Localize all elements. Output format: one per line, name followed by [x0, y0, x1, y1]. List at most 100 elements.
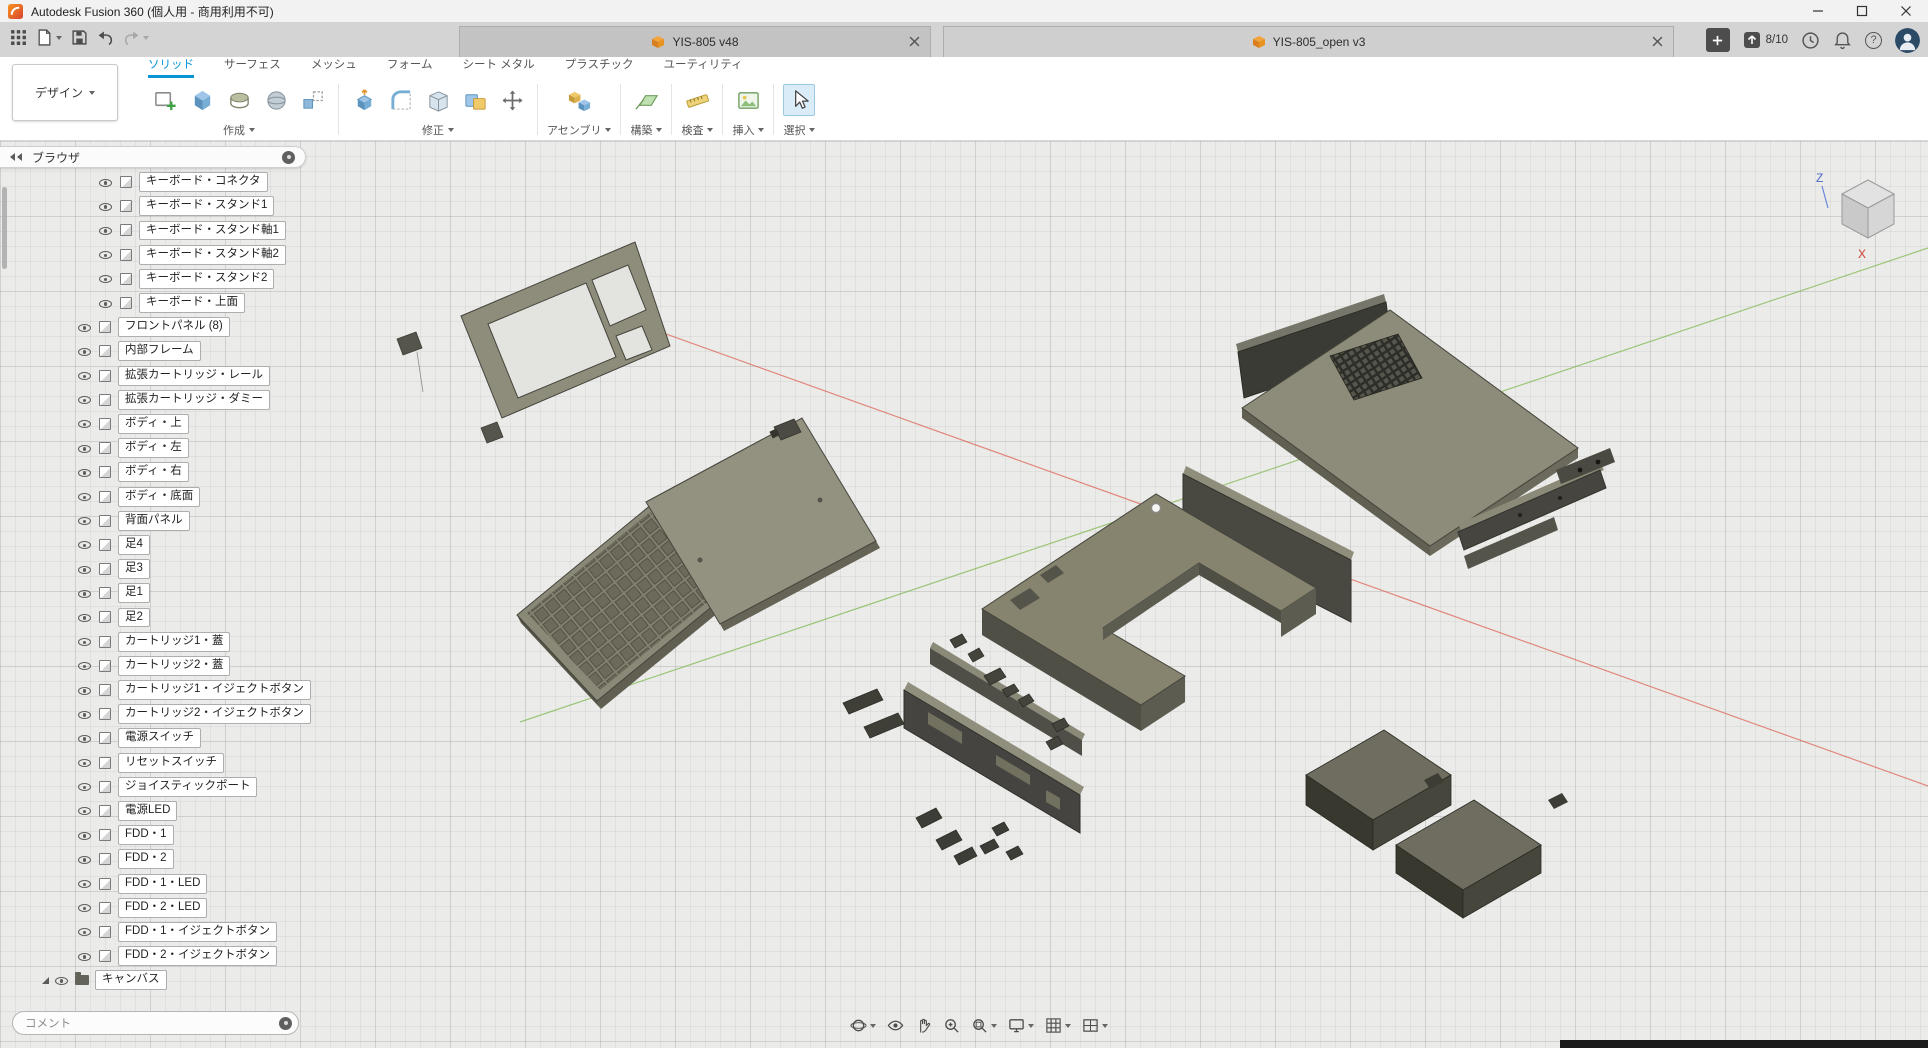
visibility-eye-icon[interactable]: [78, 804, 92, 817]
combine-icon[interactable]: [459, 84, 491, 116]
select-cursor-icon[interactable]: [783, 84, 815, 116]
insert-menu[interactable]: 挿入: [732, 122, 764, 138]
tab-plastic[interactable]: プラスチック: [565, 56, 634, 78]
file-menu-icon[interactable]: [36, 29, 62, 46]
browser-item[interactable]: ボディ・左: [0, 436, 340, 460]
browser-item[interactable]: ボディ・右: [0, 460, 340, 484]
inspect-menu[interactable]: 検査: [681, 122, 713, 138]
minimize-icon[interactable]: [1796, 0, 1840, 22]
redo-icon[interactable]: [123, 29, 149, 46]
visibility-eye-icon[interactable]: [78, 877, 92, 890]
visibility-eye-icon[interactable]: [78, 442, 92, 455]
visibility-eye-icon[interactable]: [78, 611, 92, 624]
browser-item[interactable]: リセットスイッチ: [0, 751, 340, 775]
press-pull-icon[interactable]: [348, 84, 380, 116]
visibility-eye-icon[interactable]: [55, 974, 69, 987]
tab-utilities[interactable]: ユーティリティ: [663, 56, 742, 78]
browser-item[interactable]: キーボード・スタンド2: [0, 267, 340, 291]
browser-item[interactable]: キーボード・スタンド軸1: [0, 218, 340, 242]
pattern-icon[interactable]: [297, 84, 329, 116]
tab-close-icon[interactable]: [1652, 36, 1663, 47]
modify-menu[interactable]: 修正: [422, 122, 454, 138]
browser-item[interactable]: FDD・2・LED: [0, 896, 340, 920]
browser-item[interactable]: ボディ・底面: [0, 484, 340, 508]
orbit-icon[interactable]: [846, 1013, 880, 1038]
visibility-eye-icon[interactable]: [78, 417, 92, 430]
document-tab-yis805-open[interactable]: YIS-805_open v3: [943, 26, 1674, 57]
visibility-eye-icon[interactable]: [78, 732, 92, 745]
sphere-icon[interactable]: [260, 84, 292, 116]
comment-input[interactable]: コメント: [12, 1011, 299, 1035]
move-icon[interactable]: [496, 84, 528, 116]
visibility-eye-icon[interactable]: [78, 925, 92, 938]
visibility-eye-icon[interactable]: [78, 563, 92, 576]
browser-item[interactable]: カートリッジ1・蓋: [0, 630, 340, 654]
browser-item[interactable]: キーボード・上面: [0, 291, 340, 315]
create-menu[interactable]: 作成: [223, 122, 255, 138]
user-avatar[interactable]: [1895, 28, 1920, 53]
visibility-eye-icon[interactable]: [78, 853, 92, 866]
comment-submit-icon[interactable]: [279, 1017, 292, 1030]
browser-item-canvases[interactable]: キャンバス: [0, 968, 340, 992]
visibility-eye-icon[interactable]: [99, 272, 113, 285]
browser-item[interactable]: 内部フレーム: [0, 339, 340, 363]
browser-item[interactable]: ジョイスティックポート: [0, 775, 340, 799]
expand-triangle-icon[interactable]: [42, 977, 49, 984]
browser-item[interactable]: ボディ・上: [0, 412, 340, 436]
browser-item[interactable]: 拡張カートリッジ・レール: [0, 364, 340, 388]
visibility-eye-icon[interactable]: [78, 393, 92, 406]
visibility-eye-icon[interactable]: [78, 587, 92, 600]
visibility-eye-icon[interactable]: [78, 321, 92, 334]
viewports-icon[interactable]: [1078, 1013, 1112, 1038]
browser-item[interactable]: カートリッジ1・イジェクトボタン: [0, 678, 340, 702]
visibility-eye-icon[interactable]: [78, 490, 92, 503]
app-grid-icon[interactable]: [10, 29, 27, 46]
visibility-eye-icon[interactable]: [78, 684, 92, 697]
visibility-eye-icon[interactable]: [78, 514, 92, 527]
shell-icon[interactable]: [422, 84, 454, 116]
browser-item[interactable]: 電源LED: [0, 799, 340, 823]
browser-panel-header[interactable]: ブラウザ: [0, 146, 306, 168]
browser-item[interactable]: FDD・1・イジェクトボタン: [0, 920, 340, 944]
tab-solid[interactable]: ソリッド: [148, 56, 194, 78]
pan-hand-icon[interactable]: [911, 1013, 936, 1038]
select-menu[interactable]: 選択: [783, 122, 815, 138]
collapse-panel-icon[interactable]: [9, 152, 23, 162]
tab-close-icon[interactable]: [909, 36, 920, 47]
visibility-eye-icon[interactable]: [78, 901, 92, 914]
maximize-icon[interactable]: [1840, 0, 1884, 22]
browser-item[interactable]: 足3: [0, 557, 340, 581]
save-icon[interactable]: [71, 29, 88, 46]
zoom-icon[interactable]: [939, 1013, 964, 1038]
browser-item[interactable]: FDD・1: [0, 823, 340, 847]
construction-plane-icon[interactable]: [630, 84, 662, 116]
visibility-eye-icon[interactable]: [78, 829, 92, 842]
visibility-eye-icon[interactable]: [78, 950, 92, 963]
undo-icon[interactable]: [97, 29, 114, 46]
clock-icon[interactable]: [1801, 31, 1820, 50]
construct-menu[interactable]: 構築: [630, 122, 662, 138]
visibility-eye-icon[interactable]: [78, 780, 92, 793]
browser-item[interactable]: 足1: [0, 581, 340, 605]
visibility-eye-icon[interactable]: [78, 538, 92, 551]
document-tab-yis805[interactable]: YIS-805 v48: [459, 26, 931, 57]
insert-image-icon[interactable]: [732, 84, 764, 116]
browser-item[interactable]: FDD・2: [0, 847, 340, 871]
browser-item[interactable]: カートリッジ2・イジェクトボタン: [0, 702, 340, 726]
new-tab-button[interactable]: [1706, 28, 1730, 52]
job-status-badge[interactable]: 8/10: [1743, 31, 1788, 49]
display-settings-icon[interactable]: [1004, 1013, 1038, 1038]
browser-item[interactable]: 背面パネル: [0, 509, 340, 533]
browser-item[interactable]: キーボード・コネクタ: [0, 170, 340, 194]
fillet-icon[interactable]: [385, 84, 417, 116]
visibility-eye-icon[interactable]: [78, 466, 92, 479]
browser-item[interactable]: キーボード・スタンド1: [0, 194, 340, 218]
help-icon[interactable]: [1865, 32, 1882, 49]
browser-item[interactable]: 電源スイッチ: [0, 726, 340, 750]
workspace-selector[interactable]: デザイン: [12, 64, 118, 121]
zoom-window-icon[interactable]: [967, 1013, 1001, 1038]
new-component-icon[interactable]: [563, 84, 595, 116]
close-icon[interactable]: [1884, 0, 1928, 22]
extrude-icon[interactable]: [186, 84, 218, 116]
visibility-eye-icon[interactable]: [99, 297, 113, 310]
